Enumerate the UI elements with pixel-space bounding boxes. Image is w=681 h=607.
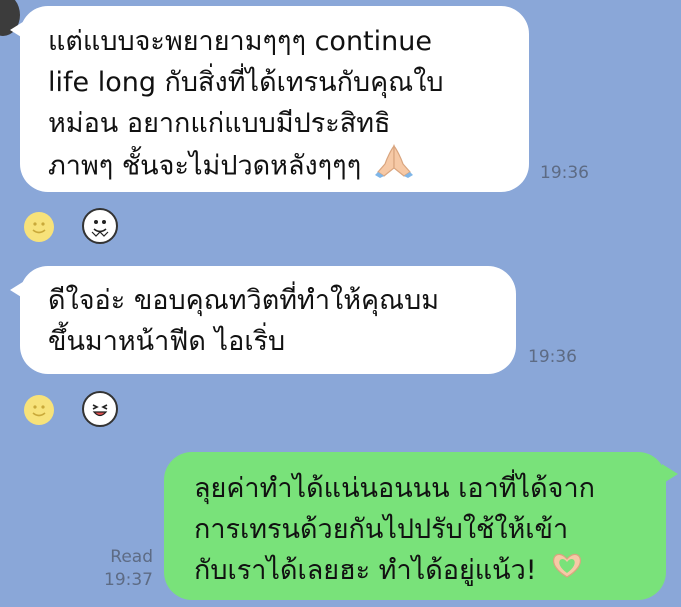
message-line: ภาพๆ ชั้นจะไม่ปวดหลังๆๆๆ bbox=[48, 144, 529, 190]
read-status: Read bbox=[110, 547, 153, 567]
message-line: การเทรนด้วยกันไปปรับใช้ให้เข้า bbox=[194, 514, 569, 545]
folded-hands-icon bbox=[374, 144, 414, 190]
outgoing-message-bubble[interactable]: ลุยค่าทำได้แน่นอนนน เอาที่ได้จาก การเทรน… bbox=[164, 452, 678, 600]
incoming-message-bubble[interactable]: ดีใจอ่ะ ขอบคุณทวิตที่ทำให้คุณบม ขึ้นมาหน… bbox=[10, 266, 516, 374]
message-timestamp: 19:36 bbox=[540, 163, 589, 183]
message-line: แต่แบบจะพยายามๆๆๆ continue bbox=[48, 26, 432, 57]
add-reaction-icon[interactable] bbox=[24, 395, 54, 425]
message-line: ดีใจอ่ะ ขอบคุณทวิตที่ทำให้คุณบม bbox=[48, 285, 440, 316]
heart-hands-icon bbox=[549, 551, 585, 593]
message-line: ลุยค่าทำได้แน่นอนนน เอาที่ได้จาก bbox=[194, 473, 595, 504]
sticker-reaction-icon[interactable] bbox=[82, 391, 118, 427]
message-line: กับเราได้เลยฮะ ทำได้อยู่แน้ว! bbox=[194, 550, 666, 593]
message-timestamp: 19:37 bbox=[104, 570, 153, 590]
add-reaction-icon[interactable] bbox=[24, 212, 54, 242]
message-line: ขึ้นมาหน้าฟีด ไอเริ่บ bbox=[48, 326, 286, 357]
incoming-message-bubble[interactable]: แต่แบบจะพยายามๆๆๆ continue life long กับ… bbox=[10, 6, 529, 192]
message-line: หม่อน อยากแก่แบบมีประสิทธิ bbox=[48, 108, 391, 139]
message-line: life long กับสิ่งที่ได้เทรนกับคุณใบ bbox=[48, 67, 444, 98]
sticker-reaction-icon[interactable] bbox=[82, 208, 118, 244]
message-timestamp: 19:36 bbox=[528, 347, 577, 367]
